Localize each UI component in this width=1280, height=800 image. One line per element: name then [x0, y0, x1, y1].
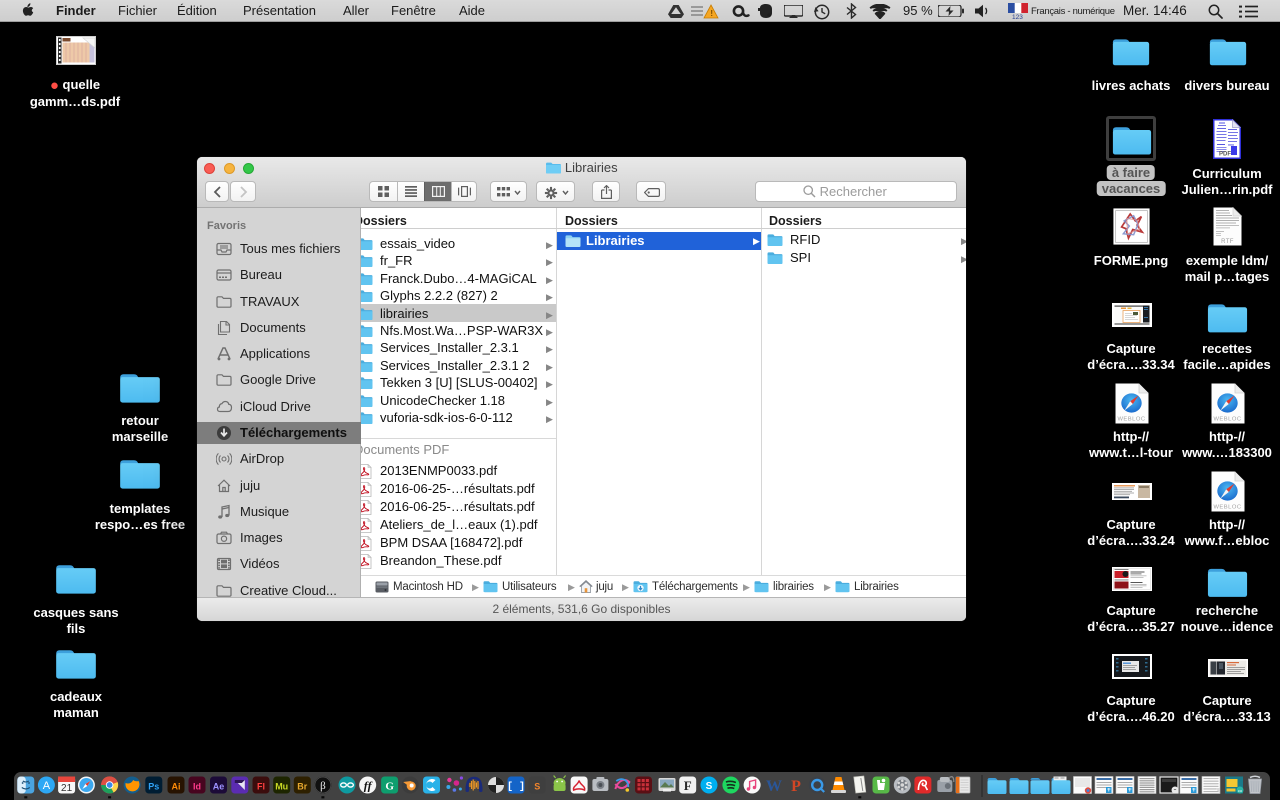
svg-text:Id: Id — [193, 782, 201, 792]
svg-text:Fl: Fl — [257, 782, 265, 792]
svg-text:S: S — [534, 782, 540, 792]
svg-text:W: W — [766, 778, 782, 795]
svg-text:ff: ff — [364, 779, 373, 793]
svg-text:F: F — [684, 778, 692, 793]
svg-text:123: 123 — [1012, 14, 1023, 19]
svg-text:S: S — [706, 781, 713, 792]
svg-text:!: ! — [710, 9, 713, 18]
svg-text:A: A — [43, 780, 51, 792]
svg-text:Ps: Ps — [148, 782, 159, 792]
svg-text:P: P — [791, 778, 801, 795]
svg-text:21: 21 — [61, 783, 73, 794]
svg-text:Ai: Ai — [172, 782, 181, 792]
svg-text:[ ]: [ ] — [507, 781, 525, 793]
svg-text:Br: Br — [297, 782, 307, 792]
svg-text:Ae: Ae — [213, 782, 225, 792]
svg-text:G: G — [385, 781, 394, 793]
svg-text:Mu: Mu — [275, 782, 288, 792]
svg-text:β: β — [320, 780, 326, 792]
